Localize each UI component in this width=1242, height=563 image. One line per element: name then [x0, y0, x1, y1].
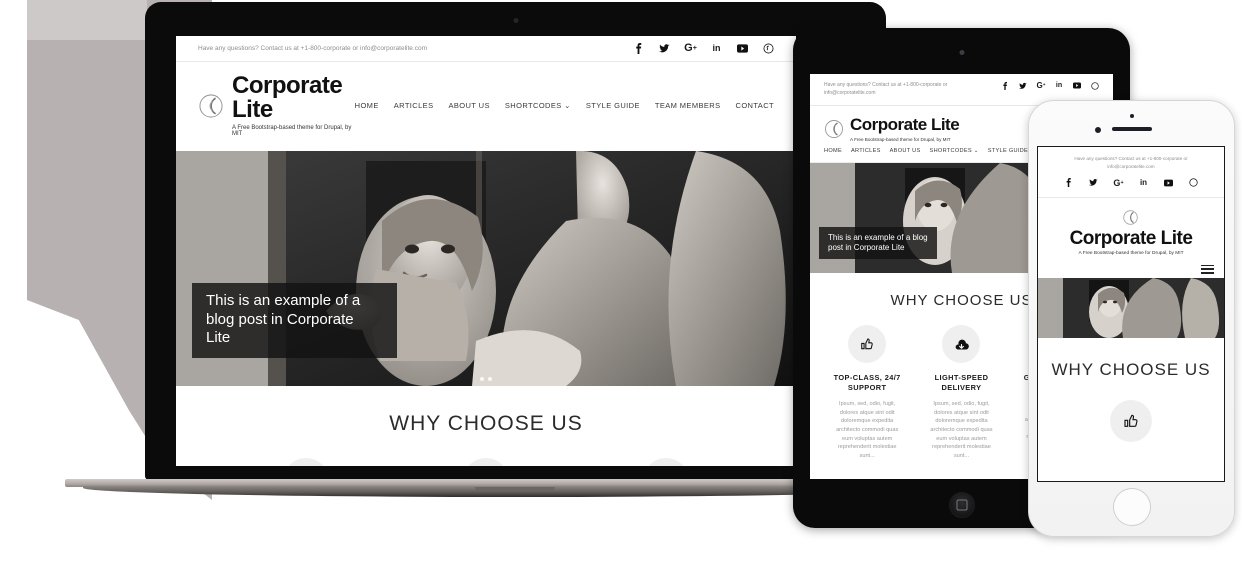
responsive-devices-showcase: Have any questions? Contact us at +1-800…: [0, 0, 1242, 563]
contact-info-text: Have any questions? Contact us at +1-800…: [824, 82, 948, 96]
globe-icon: [643, 458, 689, 466]
twitter-icon[interactable]: [1089, 178, 1098, 187]
twitter-icon[interactable]: [1019, 82, 1027, 90]
nav-item-shortcodes[interactable]: SHORTCODES ⌄: [505, 101, 571, 110]
nav-item-about-us[interactable]: ABOUT US: [890, 148, 921, 154]
linkedin-icon[interactable]: in: [711, 43, 722, 53]
google-plus-icon[interactable]: G +: [1113, 178, 1123, 188]
cloud-download-icon: [942, 325, 981, 363]
corporate-lite-logo-icon: [1122, 209, 1139, 226]
pinterest-icon[interactable]: [1189, 178, 1198, 187]
hero-carousel[interactable]: [1038, 277, 1224, 338]
nav-item-style-guide[interactable]: STYLE GUIDE: [988, 148, 1028, 154]
feature-item: [576, 458, 756, 466]
tablet-camera-icon: [959, 50, 964, 55]
youtube-icon[interactable]: [737, 43, 748, 53]
nav-item-articles[interactable]: ARTICLES: [851, 148, 881, 154]
youtube-icon[interactable]: [1073, 82, 1081, 89]
website-desktop-view: Have any questions? Contact us at +1-800…: [176, 36, 796, 466]
brand-title: Corporate Lite: [850, 115, 960, 134]
phone-sensor-icon: [1094, 127, 1101, 133]
facebook-icon[interactable]: [1064, 178, 1073, 188]
laptop-base-notch: [475, 487, 555, 491]
brand-tagline: A Free Bootstrap-based theme for Drupal,…: [232, 125, 352, 137]
contact-info-text: Have any questions? Contact us at +1-800…: [198, 44, 427, 52]
brand-title: Corporate Lite: [232, 72, 343, 123]
laptop-screen: Have any questions? Contact us at +1-800…: [176, 36, 796, 466]
carousel-dot-1[interactable]: [480, 377, 484, 381]
feature-item: [1110, 399, 1152, 442]
nav-item-contact[interactable]: CONTACT: [736, 101, 775, 110]
laptop-drop-shadow-highlight: [27, 0, 147, 40]
facebook-icon[interactable]: [1001, 81, 1009, 90]
feature-item: [396, 458, 576, 466]
social-links[interactable]: G + in: [991, 81, 1099, 90]
twitter-icon[interactable]: [659, 43, 670, 54]
brand-tagline: A Free Bootstrap-based theme for Drupal,…: [1078, 250, 1184, 256]
nav-item-articles[interactable]: ARTICLES: [394, 101, 434, 110]
features-row: [176, 436, 796, 466]
phone-home-button[interactable]: [1112, 488, 1151, 526]
smartphone-device: Have any questions? Contact us at +1-800…: [1028, 100, 1235, 537]
top-contact-bar: Have any questions? Contact us at +1-800…: [176, 36, 796, 62]
hero-caption: This is an example of a blog post in Cor…: [819, 227, 937, 259]
feature-title: LIGHT-SPEED DELIVERY: [934, 373, 989, 392]
top-contact-bar: Have any questions? Contact us at +1-800…: [1038, 147, 1224, 198]
brand-tagline: A Free Bootstrap-based theme for Drupal,…: [850, 137, 951, 142]
linkedin-icon[interactable]: in: [1139, 178, 1148, 187]
thumbs-up-icon: [283, 458, 329, 466]
carousel-indicators[interactable]: [480, 377, 492, 381]
thumbs-up-icon: [848, 325, 887, 363]
hero-carousel[interactable]: This is an example of a blog post in Cor…: [176, 151, 796, 386]
laptop-webcam-icon: [513, 18, 518, 23]
brand-and-nav-bar: Corporate Lite A Free Bootstrap-based th…: [176, 62, 796, 151]
hamburger-menu-icon[interactable]: [1201, 264, 1214, 274]
nav-item-home[interactable]: HOME: [824, 148, 842, 154]
nav-item-home[interactable]: HOME: [355, 101, 379, 110]
brand-block[interactable]: Corporate Lite A Free Bootstrap-based th…: [1038, 198, 1224, 274]
corporate-lite-logo-icon: [824, 119, 844, 139]
nav-item-team-members[interactable]: TEAM MEMBERS: [655, 101, 721, 110]
brand-block[interactable]: Corporate Lite A Free Bootstrap-based th…: [198, 74, 355, 137]
why-choose-us-heading: WHY CHOOSE US: [1051, 359, 1211, 379]
carousel-dot-2[interactable]: [488, 377, 492, 381]
feature-title: TOP-CLASS, 24/7 SUPPORT: [833, 373, 901, 392]
thumbs-up-icon: [1110, 399, 1152, 442]
social-links[interactable]: G + in: [618, 42, 774, 54]
contact-info-text: Have any questions? Contact us at +1-800…: [1074, 156, 1188, 169]
why-choose-us-heading: WHY CHOOSE US: [389, 412, 583, 435]
feature-text: Ipsum, sed, odio, fugit, dolores atque s…: [930, 400, 993, 459]
features-row: [1038, 380, 1224, 442]
nav-item-shortcodes[interactable]: SHORTCODES ⌄: [930, 148, 979, 154]
brand-title: Corporate Lite: [1069, 227, 1193, 249]
feature-item: LIGHT-SPEED DELIVERY Ipsum, sed, odio, f…: [914, 325, 1008, 461]
website-mobile-view: Have any questions? Contact us at +1-800…: [1038, 147, 1224, 481]
cloud-download-icon: [463, 458, 509, 466]
pinterest-icon[interactable]: [763, 43, 774, 54]
google-plus-icon[interactable]: G +: [684, 42, 697, 54]
corporate-lite-logo-icon: [198, 93, 224, 119]
nav-item-about-us[interactable]: ABOUT US: [448, 101, 489, 110]
social-links[interactable]: G + in: [1056, 178, 1206, 188]
youtube-icon[interactable]: [1164, 179, 1173, 187]
nav-item-style-guide[interactable]: STYLE GUIDE: [586, 101, 640, 110]
tablet-home-button[interactable]: [948, 492, 975, 518]
facebook-icon[interactable]: [633, 42, 644, 54]
google-plus-icon[interactable]: G +: [1036, 81, 1045, 90]
feature-item: TOP-CLASS, 24/7 SUPPORT Ipsum, sed, odio…: [820, 325, 914, 461]
phone-screen: Have any questions? Contact us at +1-800…: [1037, 146, 1225, 482]
phone-speaker-icon: [1111, 127, 1152, 131]
hero-caption: This is an example of a blog post in Cor…: [192, 282, 397, 358]
main-navigation[interactable]: HOME ARTICLES ABOUT US SHORTCODES ⌄ STYL…: [355, 101, 774, 110]
hero-photo: [1038, 277, 1224, 338]
linkedin-icon[interactable]: in: [1055, 82, 1063, 89]
feature-text: Ipsum, sed, odio, fugit, dolores atque s…: [836, 400, 899, 459]
phone-camera-icon: [1129, 114, 1134, 118]
pinterest-icon[interactable]: [1091, 81, 1099, 90]
feature-item: [216, 458, 396, 466]
laptop-device: Have any questions? Contact us at +1-800…: [65, 2, 965, 497]
